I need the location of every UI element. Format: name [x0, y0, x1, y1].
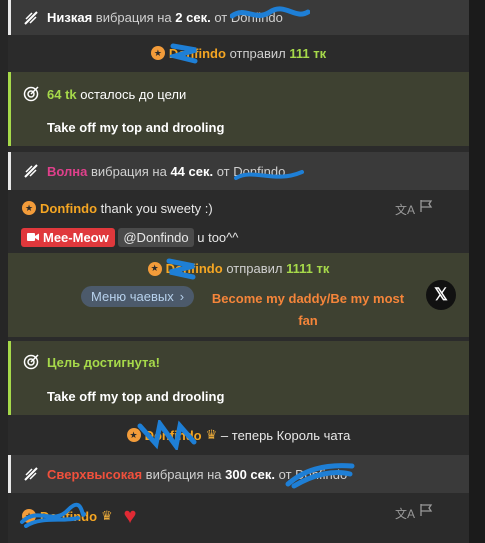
from-label: от: [214, 10, 228, 25]
vibration-icon: [23, 466, 39, 482]
flag-icon[interactable]: [419, 503, 433, 520]
tip-menu-item-line: fan: [298, 313, 318, 328]
mention[interactable]: @Donfindo: [118, 227, 194, 247]
x-close-icon[interactable]: 𝕏: [426, 280, 456, 310]
star-badge-icon: ★: [22, 509, 36, 523]
vibration-duration: 300 сек.: [225, 466, 276, 482]
vibration-level: Сверхвысокая: [47, 466, 143, 482]
video-camera-icon: [27, 232, 39, 242]
translate-icon[interactable]: 文A: [395, 201, 415, 218]
tip-menu-box: ★ Donfindo отправил 1111 тк Меню чаевых …: [8, 253, 469, 337]
from-label: от: [216, 163, 230, 179]
target-icon: [23, 86, 39, 102]
goal-reached-box: Цель достигнута! Take off my top and dro…: [8, 341, 469, 415]
tip-menu-item-line: Become my daddy/Be my most: [211, 291, 405, 306]
tip-menu-item: Become my daddy/Be my most fan: [198, 288, 418, 332]
goal-reached-text: Цель достигнута!: [47, 354, 160, 370]
user-badge[interactable]: Mee-Meow: [21, 227, 115, 247]
username[interactable]: Donfindo: [295, 467, 347, 482]
vibration-level: Волна: [47, 163, 88, 179]
target-icon: [23, 354, 39, 370]
goal-progress-box: 64 tk осталось до цели Take off my top a…: [8, 72, 469, 146]
king-notice: ★ Donfindo ♛ – теперь Король чата: [8, 420, 469, 450]
goal-remaining: 64 tk: [47, 86, 77, 102]
tipper-username[interactable]: Donfindo: [169, 46, 226, 61]
chevron-right-icon: ›: [179, 289, 185, 304]
tip-amount: 111 тк: [289, 45, 327, 61]
message-username[interactable]: Donfindo: [40, 509, 97, 524]
star-badge-icon: ★: [126, 428, 141, 442]
vibration-text: вибрация на: [90, 163, 167, 179]
star-badge-icon: ★: [22, 201, 36, 215]
crown-icon: ♛: [205, 427, 218, 442]
vibration-notice: Волна вибрация на 44 сек. от Donfindo: [8, 152, 469, 190]
star-badge-icon: ★: [150, 46, 165, 60]
chat-feed: Низкая вибрация на 2 сек. от Donfindo ★ …: [8, 0, 469, 543]
from-label: от: [278, 466, 292, 482]
vibration-notice: Сверхвысокая вибрация на 300 сек. от Don…: [8, 455, 469, 493]
star-badge-icon: ★: [147, 261, 162, 276]
goal-text: Take off my top and drooling: [47, 120, 225, 135]
tip-action: отправил: [229, 45, 286, 61]
username[interactable]: Donfindo: [231, 10, 283, 25]
message-username[interactable]: Donfindo: [40, 201, 97, 216]
message-text: u too^^: [197, 229, 239, 245]
crown-icon: ♛: [101, 508, 113, 523]
tip-action: отправил: [226, 261, 283, 276]
chat-message: Mee-Meow @Donfindo u too^^: [8, 226, 469, 248]
tip-amount: 1111 тк: [286, 261, 330, 276]
username[interactable]: Donfindo: [233, 164, 285, 179]
king-username[interactable]: Donfindo: [145, 428, 202, 443]
vibration-level: Низкая: [47, 10, 93, 25]
translate-icon[interactable]: 文A: [395, 505, 415, 522]
tip-menu-label: Меню чаевых: [91, 289, 174, 304]
vibration-notice: Низкая вибрация на 2 сек. от Donfindo: [8, 0, 469, 35]
vibration-duration: 2 сек.: [175, 10, 211, 25]
tip-notice: ★ Donfindo отправил 111 тк: [8, 38, 469, 68]
vibration-icon: [23, 10, 39, 26]
left-panel-edge: [0, 0, 8, 543]
vibration-duration: 44 сек.: [170, 163, 214, 179]
vibration-icon: [23, 163, 39, 179]
vibration-text: вибрация на: [95, 10, 172, 25]
badge-username: Mee-Meow: [43, 229, 109, 245]
tipper-username[interactable]: Donfindo: [166, 261, 223, 276]
goal-remaining-text: осталось до цели: [80, 86, 187, 102]
goal-text: Take off my top and drooling: [47, 389, 225, 404]
flag-icon[interactable]: [419, 199, 433, 216]
tip-menu-button[interactable]: Меню чаевых ›: [81, 286, 195, 307]
heart-icon: ♥: [123, 503, 137, 528]
vibration-text: вибрация на: [145, 466, 222, 482]
scrollbar-track[interactable]: [469, 0, 485, 543]
message-text: thank you sweety :): [100, 200, 213, 216]
king-text: – теперь Король чата: [220, 427, 351, 443]
